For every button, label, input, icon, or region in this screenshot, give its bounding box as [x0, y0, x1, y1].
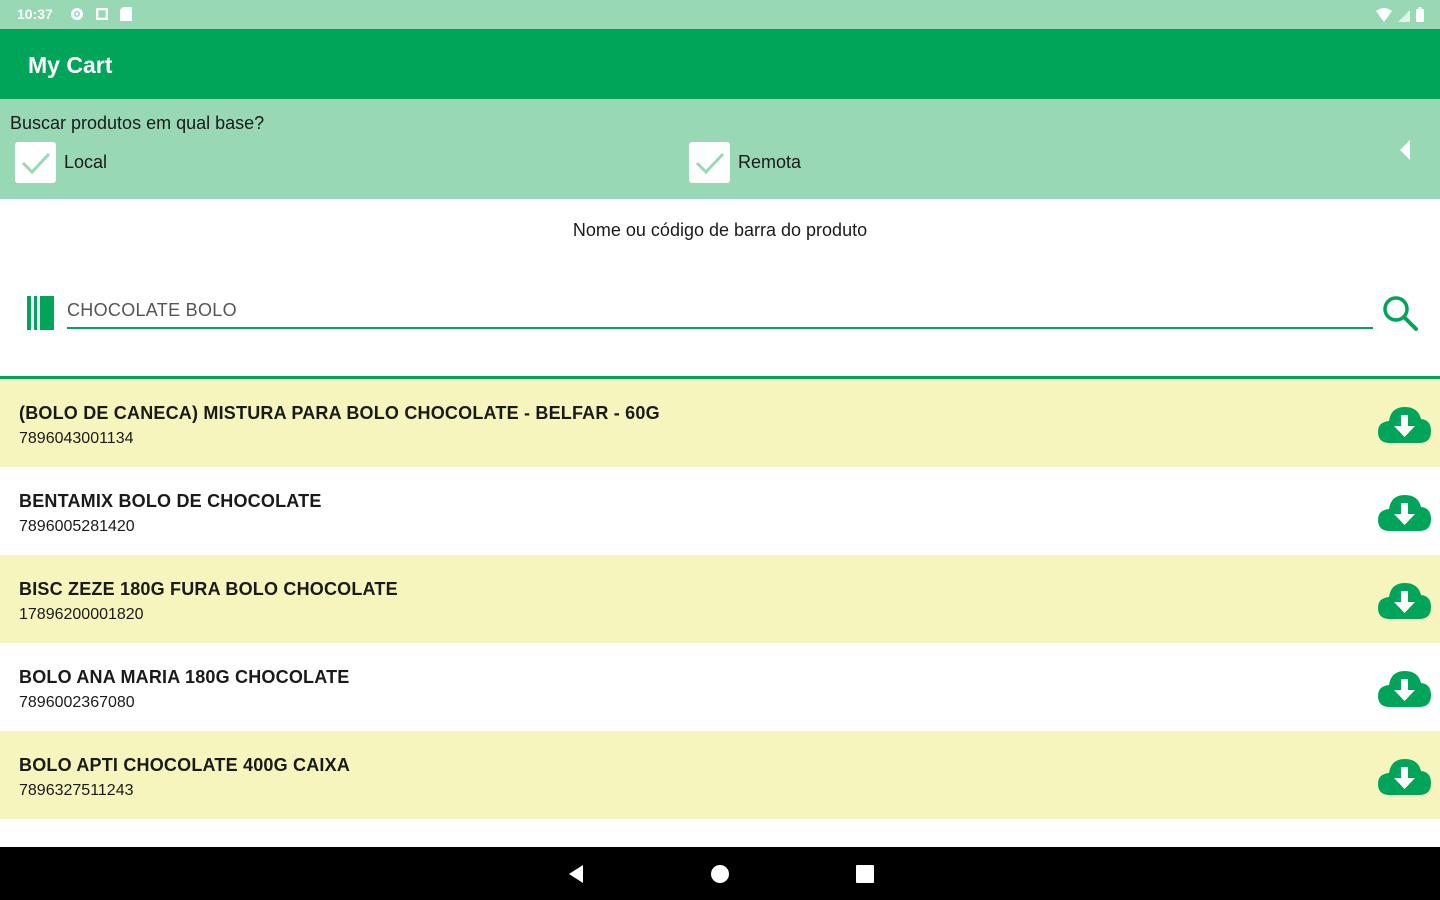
app-bar: My Cart — [0, 29, 1440, 99]
product-name: BENTAMIX BOLO DE CHOCOLATE — [19, 491, 322, 511]
search-source-panel: Buscar produtos em qual base? Local Remo… — [0, 99, 1440, 199]
product-row[interactable]: BISC ZEZE 180G FURA BOLO CHOCOLATE 17896… — [0, 555, 1440, 643]
product-list: (BOLO DE CANECA) MISTURA PARA BOLO CHOCO… — [0, 379, 1440, 819]
local-checkbox-box[interactable] — [15, 142, 56, 183]
home-circle-icon — [711, 865, 729, 883]
search-caption: Nome ou código de barra do produto — [572, 220, 868, 240]
nav-home-button[interactable] — [707, 861, 733, 887]
product-name: BOLO ANA MARIA 180G CHOCOLATE — [19, 667, 350, 687]
product-row[interactable]: BOLO APTI CHOCOLATE 400G CAIXA 789632751… — [0, 731, 1440, 819]
search-icon[interactable] — [1380, 293, 1420, 333]
local-checkbox-label[interactable]: Local — [64, 152, 107, 173]
cloud-download-icon[interactable] — [1376, 491, 1432, 533]
product-row[interactable]: BOLO ANA MARIA 180G CHOCOLATE 7896002367… — [0, 643, 1440, 731]
nav-recents-button[interactable] — [852, 861, 878, 887]
collapse-arrow-icon[interactable] — [1398, 139, 1412, 161]
product-barcode: 7896043001134 — [19, 430, 134, 447]
cloud-download-icon[interactable] — [1376, 403, 1432, 445]
settings-icon — [71, 8, 83, 20]
remote-checkbox[interactable]: Remota — [689, 142, 801, 183]
system-nav-bar — [0, 847, 1440, 900]
remote-checkbox-box[interactable] — [689, 142, 730, 183]
cloud-download-icon[interactable] — [1376, 755, 1432, 797]
status-bar: 10:37 — [0, 0, 1440, 29]
nav-back-button[interactable] — [563, 861, 589, 887]
checkmark-icon — [21, 152, 50, 174]
signal-icon — [1398, 9, 1410, 22]
search-source-question: Buscar produtos em qual base? — [10, 113, 265, 133]
product-barcode: 17896200001820 — [19, 606, 144, 623]
checkmark-icon — [695, 152, 724, 174]
product-name: BISC ZEZE 180G FURA BOLO CHOCOLATE — [19, 579, 398, 599]
product-name: (BOLO DE CANECA) MISTURA PARA BOLO CHOCO… — [19, 403, 660, 423]
local-checkbox[interactable]: Local — [15, 142, 107, 183]
remote-checkbox-label[interactable]: Remota — [738, 152, 801, 173]
product-row[interactable]: BENTAMIX BOLO DE CHOCOLATE 7896005281420 — [0, 467, 1440, 555]
battery-icon — [1416, 7, 1424, 22]
product-row[interactable]: (BOLO DE CANECA) MISTURA PARA BOLO CHOCO… — [0, 379, 1440, 467]
cloud-download-icon[interactable] — [1376, 579, 1432, 621]
wifi-icon — [1376, 7, 1392, 22]
notification-square-icon — [96, 8, 108, 20]
status-system-icons — [1376, 7, 1424, 22]
product-name: BOLO APTI CHOCOLATE 400G CAIXA — [19, 755, 351, 775]
search-input[interactable] — [67, 295, 1373, 329]
status-notification-icons — [70, 7, 132, 21]
product-barcode: 7896005281420 — [19, 518, 135, 535]
sd-card-icon — [120, 7, 132, 21]
product-barcode: 7896002367080 — [19, 694, 135, 711]
barcode-scan-icon[interactable] — [26, 296, 56, 330]
app-title: My Cart — [28, 52, 113, 78]
product-barcode: 7896327511243 — [19, 782, 134, 799]
back-triangle-icon — [569, 865, 583, 883]
cloud-download-icon[interactable] — [1376, 667, 1432, 709]
status-time: 10:37 — [17, 6, 53, 22]
recents-square-icon — [856, 865, 874, 883]
